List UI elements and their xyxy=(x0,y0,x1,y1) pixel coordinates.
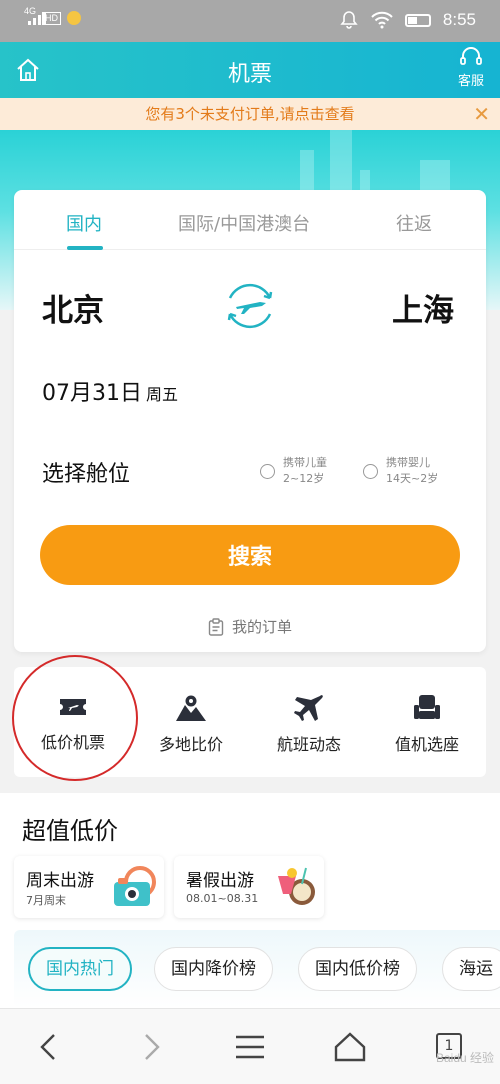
deals-section: 超值低价 周末出游 7月周末 暑假出游 08.01~08.31 国内热门 国内降… xyxy=(0,793,500,1008)
departure-date[interactable]: 07月31日 周五 xyxy=(42,375,178,407)
pill-domestic-hot[interactable]: 国内热门 xyxy=(28,947,132,991)
tab-domestic[interactable]: 国内 xyxy=(66,210,102,236)
clipboard-icon xyxy=(208,617,224,636)
battery-icon xyxy=(404,13,431,27)
child-option-range: 2~12岁 xyxy=(283,472,325,485)
date-value: 07月31日 xyxy=(42,381,142,406)
forward-icon[interactable] xyxy=(128,1027,172,1067)
pill-overseas[interactable]: 海运 xyxy=(442,947,500,991)
quick-entry-label: 值机选座 xyxy=(394,735,459,754)
coconut-drink-icon xyxy=(278,867,315,905)
home-nav-icon[interactable] xyxy=(328,1027,372,1067)
highlight-annotation-circle xyxy=(12,655,138,781)
weekday-value: 周五 xyxy=(146,385,179,404)
notice-text: 您有3个未支付订单,请点击查看 xyxy=(145,105,355,123)
deal-card-title: 周末出游 xyxy=(26,871,94,891)
infant-option[interactable]: 携带婴儿 14天~2岁 xyxy=(363,455,438,487)
swap-cities-icon[interactable] xyxy=(220,276,280,336)
page-title: 机票 xyxy=(227,62,272,87)
customer-service-button[interactable]: 客服 xyxy=(454,46,488,89)
child-option[interactable]: 携带儿童 2~12岁 xyxy=(260,455,327,487)
wifi-icon xyxy=(371,11,393,29)
status-bar: 4G HD 8:55 xyxy=(0,0,500,42)
deal-card-summer[interactable]: 暑假出游 08.01~08.31 xyxy=(174,856,324,918)
search-button[interactable]: 搜索 xyxy=(40,525,460,585)
departure-city[interactable]: 北京 xyxy=(42,285,104,330)
status-time: 8:55 xyxy=(442,10,476,29)
browser-bottom-nav: 1 Baidu 经验 xyxy=(0,1008,500,1084)
headset-icon xyxy=(460,47,482,65)
notification-emoji-icon xyxy=(67,11,82,25)
unpaid-orders-notice[interactable]: 您有3个未支付订单,请点击查看 ✕ xyxy=(0,98,500,130)
status-right: 8:55 xyxy=(339,10,476,30)
cabin-class-selector[interactable]: 选择舱位 xyxy=(42,456,130,488)
my-orders-label: 我的订单 xyxy=(231,618,292,636)
tab-round-trip[interactable]: 往返 xyxy=(396,210,432,236)
status-left: 4G HD xyxy=(24,6,82,25)
customer-service-label: 客服 xyxy=(457,74,484,89)
infant-radio[interactable] xyxy=(363,463,378,479)
quick-entry-compare[interactable]: 多地比价 xyxy=(132,693,250,755)
active-tab-indicator xyxy=(67,246,103,250)
watermark: Baidu 经验 xyxy=(435,1051,494,1065)
quick-entry-checkin[interactable]: 值机选座 xyxy=(368,693,486,755)
deals-title: 超值低价 xyxy=(22,817,118,845)
close-icon[interactable]: ✕ xyxy=(473,98,490,130)
child-radio[interactable] xyxy=(260,463,275,479)
deal-card-title: 暑假出游 xyxy=(186,871,254,891)
seat-icon xyxy=(414,695,440,719)
deal-card-subtitle: 08.01~08.31 xyxy=(186,892,259,905)
quick-entry-label: 多地比价 xyxy=(158,735,223,754)
child-option-title: 携带儿童 xyxy=(283,456,327,469)
quick-entry-label: 航班动态 xyxy=(276,735,341,754)
infant-option-title: 携带婴儿 xyxy=(386,456,430,469)
pill-domestic-price-drop[interactable]: 国内降价榜 xyxy=(154,947,273,991)
pill-domestic-low-price[interactable]: 国内低价榜 xyxy=(298,947,417,991)
back-icon[interactable] xyxy=(28,1027,72,1067)
deal-card-subtitle: 7月周末 xyxy=(26,894,66,907)
ranking-tabs: 国内热门 国内降价榜 国内低价榜 海运 xyxy=(14,930,500,1008)
arrival-city[interactable]: 上海 xyxy=(392,285,454,330)
booking-card: 国内 国际/中国港澳台 往返 北京 上海 07月31日 周五 选择舱位 携带儿童 … xyxy=(14,190,486,652)
map-pin-icon xyxy=(176,695,206,721)
route-type-tabs: 国内 国际/中国港澳台 往返 xyxy=(14,190,486,250)
bell-icon xyxy=(340,11,358,29)
my-orders-link[interactable]: 我的订单 xyxy=(14,616,486,637)
camera-icon xyxy=(114,866,156,906)
menu-icon[interactable] xyxy=(228,1027,272,1067)
app-header: 机票 客服 xyxy=(0,42,500,98)
quick-entry-flight-status[interactable]: 航班动态 xyxy=(250,693,368,755)
tab-international[interactable]: 国际/中国港澳台 xyxy=(178,210,310,236)
hd-badge: HD xyxy=(42,11,62,25)
infant-option-range: 14天~2岁 xyxy=(386,472,439,485)
plane-icon xyxy=(294,695,323,721)
deal-card-weekend[interactable]: 周末出游 7月周末 xyxy=(14,856,164,918)
network-type: 4G xyxy=(24,6,37,16)
